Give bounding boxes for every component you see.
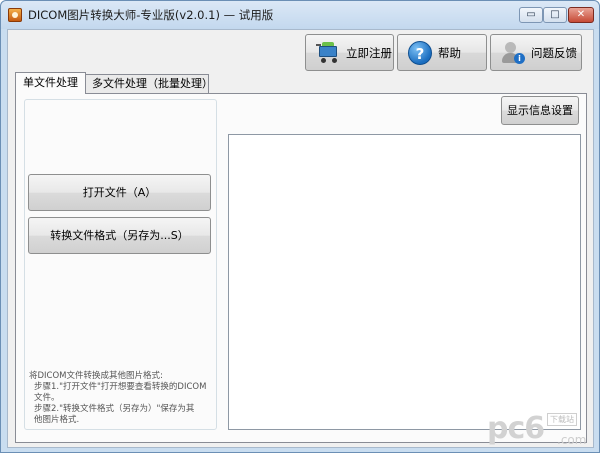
- open-file-button[interactable]: 打开文件（A）: [28, 174, 211, 211]
- instructions-line: 他图片格式.: [34, 415, 80, 425]
- app-icon: [8, 8, 22, 22]
- image-preview-panel: [228, 134, 581, 430]
- tab-single-file[interactable]: 单文件处理: [15, 72, 86, 94]
- instructions-line: 文件。: [34, 393, 60, 403]
- watermark-domain: .com: [557, 433, 587, 447]
- user-info-icon: i: [501, 41, 525, 65]
- client-area: 立即注册 ? 帮助 i 问题反馈 单文件处理 多文件处理（批量处理） 打开文件（…: [7, 29, 594, 448]
- convert-format-button[interactable]: 转换文件格式（另存为...S）: [28, 217, 211, 254]
- watermark-brand: pc6: [487, 411, 545, 446]
- shopping-cart-icon: [316, 41, 340, 64]
- display-settings-button[interactable]: 显示信息设置: [501, 96, 579, 125]
- instructions-line: 将DICOM文件转换成其他图片格式:: [29, 371, 163, 381]
- watermark-logo: pc6 下载站 .com: [487, 411, 597, 451]
- register-button[interactable]: 立即注册: [305, 34, 394, 71]
- feedback-button[interactable]: i 问题反馈: [490, 34, 582, 71]
- actions-group: 打开文件（A） 转换文件格式（另存为...S） 将DICOM文件转换成其他图片格…: [24, 99, 217, 430]
- instructions-line: 步骤1."打开文件"打开想要查看转换的DICOM: [34, 382, 207, 392]
- help-button[interactable]: ? 帮助: [397, 34, 487, 71]
- watermark-tag: 下载站: [547, 413, 577, 426]
- tab-batch-files[interactable]: 多文件处理（批量处理）: [84, 74, 213, 93]
- help-icon: ?: [408, 40, 432, 65]
- close-button[interactable]: ✕: [568, 7, 594, 23]
- instructions-text: 将DICOM文件转换成其他图片格式: 步骤1."打开文件"打开想要查看转换的DI…: [29, 371, 215, 426]
- instructions-line: 步骤2."转换文件格式（另存为）"保存为其: [34, 404, 195, 414]
- maximize-button[interactable]: □: [543, 7, 567, 23]
- minimize-button[interactable]: ▭: [519, 7, 543, 23]
- window-title: DICOM图片转换大师-专业版(v2.0.1) — 试用版: [28, 8, 274, 22]
- feedback-label: 问题反馈: [531, 45, 577, 60]
- register-label: 立即注册: [346, 45, 392, 60]
- help-label: 帮助: [438, 45, 461, 60]
- tab-panel-single-file: 打开文件（A） 转换文件格式（另存为...S） 将DICOM文件转换成其他图片格…: [15, 93, 587, 443]
- app-window: DICOM图片转换大师-专业版(v2.0.1) — 试用版 ▭ □ ✕ 立即注册…: [0, 0, 600, 453]
- title-bar[interactable]: DICOM图片转换大师-专业版(v2.0.1) — 试用版 ▭ □ ✕: [1, 1, 599, 29]
